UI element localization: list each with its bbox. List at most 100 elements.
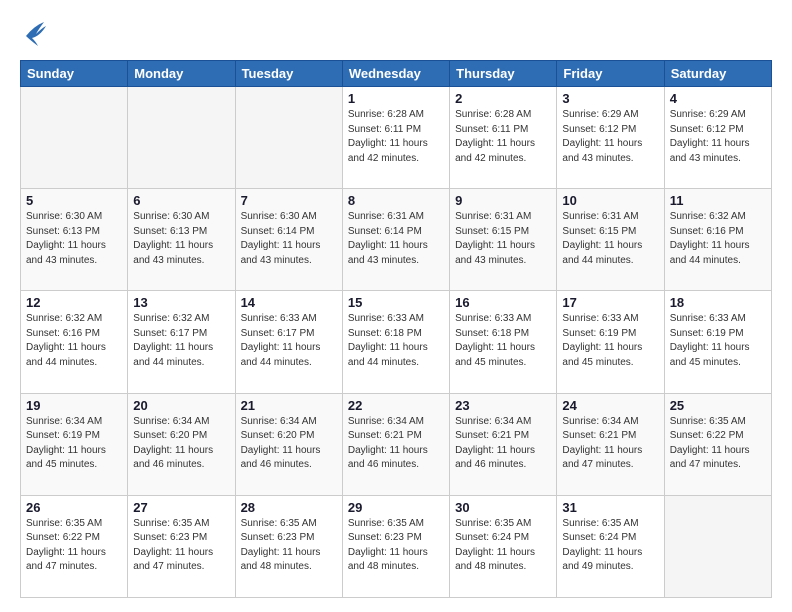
day-info: Sunrise: 6:31 AM Sunset: 6:15 PM Dayligh… xyxy=(455,210,551,268)
weekday-header-sunday: Sunday xyxy=(21,61,128,87)
day-number: 23 xyxy=(455,398,551,413)
day-info: Sunrise: 6:31 AM Sunset: 6:15 PM Dayligh… xyxy=(562,210,658,268)
calendar-cell: 15 Sunrise: 6:33 AM Sunset: 6:18 PM Dayli… xyxy=(342,291,449,393)
calendar-cell xyxy=(128,87,235,189)
calendar-cell: 3Sunrise: 6:29 AM Sunset: 6:12 PM Daylig… xyxy=(557,87,664,189)
day-info: Sunrise: 6:35 AM Sunset: 6:22 PM Dayligh… xyxy=(26,517,122,575)
calendar-row-0: 1 Sunrise: 6:28 AM Sunset: 6:11 PM Daylig… xyxy=(21,87,772,189)
weekday-header-monday: Monday xyxy=(128,61,235,87)
calendar-cell: 20 Sunrise: 6:34 AM Sunset: 6:20 PM Dayli… xyxy=(128,393,235,495)
day-number: 27 xyxy=(133,500,229,515)
calendar-cell: 4 Sunrise: 6:29 AM Sunset: 6:12 PM Daylig… xyxy=(664,87,771,189)
day-info: Sunrise: 6:33 AM Sunset: 6:19 PM Dayligh… xyxy=(670,312,766,370)
day-info: Sunrise: 6:34 AM Sunset: 6:21 PM Dayligh… xyxy=(562,415,658,473)
calendar-cell: 28Sunrise: 6:35 AM Sunset: 6:23 PM Dayli… xyxy=(235,495,342,597)
day-number: 16 xyxy=(455,295,551,310)
day-info: Sunrise: 6:28 AM Sunset: 6:11 PM Dayligh… xyxy=(455,108,551,166)
day-info: Sunrise: 6:33 AM Sunset: 6:18 PM Dayligh… xyxy=(348,312,444,370)
day-number: 25 xyxy=(670,398,766,413)
day-number: 19 xyxy=(26,398,122,413)
day-info: Sunrise: 6:35 AM Sunset: 6:23 PM Dayligh… xyxy=(133,517,229,575)
day-info: Sunrise: 6:34 AM Sunset: 6:19 PM Dayligh… xyxy=(26,415,122,473)
day-number: 11 xyxy=(670,193,766,208)
day-number: 20 xyxy=(133,398,229,413)
calendar-cell: 12Sunrise: 6:32 AM Sunset: 6:16 PM Dayli… xyxy=(21,291,128,393)
calendar-cell: 7Sunrise: 6:30 AM Sunset: 6:14 PM Daylig… xyxy=(235,189,342,291)
day-info: Sunrise: 6:35 AM Sunset: 6:22 PM Dayligh… xyxy=(670,415,766,473)
day-number: 7 xyxy=(241,193,337,208)
calendar-cell: 31Sunrise: 6:35 AM Sunset: 6:24 PM Dayli… xyxy=(557,495,664,597)
calendar-row-2: 12Sunrise: 6:32 AM Sunset: 6:16 PM Dayli… xyxy=(21,291,772,393)
calendar-cell: 13 Sunrise: 6:32 AM Sunset: 6:17 PM Dayli… xyxy=(128,291,235,393)
calendar-cell: 17Sunrise: 6:33 AM Sunset: 6:19 PM Dayli… xyxy=(557,291,664,393)
day-info: Sunrise: 6:34 AM Sunset: 6:20 PM Dayligh… xyxy=(241,415,337,473)
day-number: 4 xyxy=(670,91,766,106)
calendar-cell: 29Sunrise: 6:35 AM Sunset: 6:23 PM Dayli… xyxy=(342,495,449,597)
calendar-cell: 18Sunrise: 6:33 AM Sunset: 6:19 PM Dayli… xyxy=(664,291,771,393)
day-info: Sunrise: 6:32 AM Sunset: 6:17 PM Dayligh… xyxy=(133,312,229,370)
calendar-table: SundayMondayTuesdayWednesdayThursdayFrid… xyxy=(20,60,772,598)
weekday-header-saturday: Saturday xyxy=(664,61,771,87)
day-number: 12 xyxy=(26,295,122,310)
calendar-cell: 23 Sunrise: 6:34 AM Sunset: 6:21 PM Dayli… xyxy=(450,393,557,495)
day-number: 31 xyxy=(562,500,658,515)
day-info: Sunrise: 6:29 AM Sunset: 6:12 PM Dayligh… xyxy=(670,108,766,166)
day-info: Sunrise: 6:34 AM Sunset: 6:21 PM Dayligh… xyxy=(455,415,551,473)
header xyxy=(20,18,772,50)
calendar-cell: 9 Sunrise: 6:31 AM Sunset: 6:15 PM Daylig… xyxy=(450,189,557,291)
day-number: 1 xyxy=(348,91,444,106)
calendar-cell: 11 Sunrise: 6:32 AM Sunset: 6:16 PM Dayli… xyxy=(664,189,771,291)
calendar-cell xyxy=(21,87,128,189)
calendar-cell: 21 Sunrise: 6:34 AM Sunset: 6:20 PM Dayli… xyxy=(235,393,342,495)
calendar-cell: 16 Sunrise: 6:33 AM Sunset: 6:18 PM Dayli… xyxy=(450,291,557,393)
calendar-cell: 30 Sunrise: 6:35 AM Sunset: 6:24 PM Dayli… xyxy=(450,495,557,597)
day-info: Sunrise: 6:35 AM Sunset: 6:24 PM Dayligh… xyxy=(455,517,551,575)
calendar-cell: 6Sunrise: 6:30 AM Sunset: 6:13 PM Daylig… xyxy=(128,189,235,291)
day-number: 8 xyxy=(348,193,444,208)
day-info: Sunrise: 6:28 AM Sunset: 6:11 PM Dayligh… xyxy=(348,108,444,166)
day-number: 6 xyxy=(133,193,229,208)
calendar-cell: 5Sunrise: 6:30 AM Sunset: 6:13 PM Daylig… xyxy=(21,189,128,291)
calendar-row-4: 26Sunrise: 6:35 AM Sunset: 6:22 PM Dayli… xyxy=(21,495,772,597)
weekday-header-row: SundayMondayTuesdayWednesdayThursdayFrid… xyxy=(21,61,772,87)
day-info: Sunrise: 6:32 AM Sunset: 6:16 PM Dayligh… xyxy=(670,210,766,268)
calendar-cell: 2 Sunrise: 6:28 AM Sunset: 6:11 PM Daylig… xyxy=(450,87,557,189)
day-info: Sunrise: 6:34 AM Sunset: 6:20 PM Dayligh… xyxy=(133,415,229,473)
calendar-row-1: 5Sunrise: 6:30 AM Sunset: 6:13 PM Daylig… xyxy=(21,189,772,291)
day-info: Sunrise: 6:33 AM Sunset: 6:18 PM Dayligh… xyxy=(455,312,551,370)
day-info: Sunrise: 6:30 AM Sunset: 6:13 PM Dayligh… xyxy=(26,210,122,268)
day-number: 9 xyxy=(455,193,551,208)
day-info: Sunrise: 6:31 AM Sunset: 6:14 PM Dayligh… xyxy=(348,210,444,268)
day-number: 2 xyxy=(455,91,551,106)
calendar-cell: 24 Sunrise: 6:34 AM Sunset: 6:21 PM Dayli… xyxy=(557,393,664,495)
calendar-cell: 25 Sunrise: 6:35 AM Sunset: 6:22 PM Dayli… xyxy=(664,393,771,495)
day-info: Sunrise: 6:29 AM Sunset: 6:12 PM Dayligh… xyxy=(562,108,658,166)
day-number: 21 xyxy=(241,398,337,413)
day-number: 28 xyxy=(241,500,337,515)
day-number: 14 xyxy=(241,295,337,310)
logo xyxy=(20,18,46,50)
weekday-header-thursday: Thursday xyxy=(450,61,557,87)
weekday-header-wednesday: Wednesday xyxy=(342,61,449,87)
day-info: Sunrise: 6:34 AM Sunset: 6:21 PM Dayligh… xyxy=(348,415,444,473)
day-number: 13 xyxy=(133,295,229,310)
calendar-cell: 19 Sunrise: 6:34 AM Sunset: 6:19 PM Dayli… xyxy=(21,393,128,495)
day-number: 22 xyxy=(348,398,444,413)
calendar-cell: 14 Sunrise: 6:33 AM Sunset: 6:17 PM Dayli… xyxy=(235,291,342,393)
calendar-cell: 26Sunrise: 6:35 AM Sunset: 6:22 PM Dayli… xyxy=(21,495,128,597)
day-info: Sunrise: 6:33 AM Sunset: 6:17 PM Dayligh… xyxy=(241,312,337,370)
day-number: 24 xyxy=(562,398,658,413)
calendar-cell: 27 Sunrise: 6:35 AM Sunset: 6:23 PM Dayli… xyxy=(128,495,235,597)
day-info: Sunrise: 6:33 AM Sunset: 6:19 PM Dayligh… xyxy=(562,312,658,370)
weekday-header-tuesday: Tuesday xyxy=(235,61,342,87)
day-number: 30 xyxy=(455,500,551,515)
calendar-cell: 8 Sunrise: 6:31 AM Sunset: 6:14 PM Daylig… xyxy=(342,189,449,291)
weekday-header-friday: Friday xyxy=(557,61,664,87)
page: SundayMondayTuesdayWednesdayThursdayFrid… xyxy=(0,0,792,612)
day-number: 15 xyxy=(348,295,444,310)
calendar-cell: 22 Sunrise: 6:34 AM Sunset: 6:21 PM Dayli… xyxy=(342,393,449,495)
calendar-cell: 1 Sunrise: 6:28 AM Sunset: 6:11 PM Daylig… xyxy=(342,87,449,189)
calendar-cell: 10Sunrise: 6:31 AM Sunset: 6:15 PM Dayli… xyxy=(557,189,664,291)
calendar-row-3: 19 Sunrise: 6:34 AM Sunset: 6:19 PM Dayli… xyxy=(21,393,772,495)
logo-bird-icon xyxy=(16,18,46,46)
